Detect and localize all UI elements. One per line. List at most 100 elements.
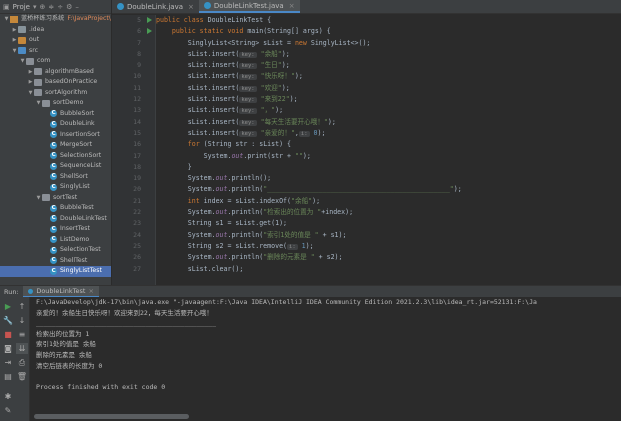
editor-area: DoubleLink.java × DoubleLinkTest.java × 567… [112, 0, 621, 285]
exit-icon[interactable]: ⇥ [2, 357, 14, 368]
tree-item[interactable]: SelectionTest [0, 245, 111, 256]
editor-tab[interactable]: DoubleLinkTest.java × [198, 0, 300, 13]
tree-item[interactable]: ▼ src [0, 46, 111, 57]
code-token: out [231, 151, 244, 160]
line-number: 7 [137, 38, 141, 47]
code-token: index = sList.indexOf( [203, 196, 291, 205]
camera-icon[interactable]: ◙ [2, 343, 14, 354]
code-token: String s2 = sList.remove( [156, 241, 288, 250]
tree-item[interactable]: ListDemo [0, 234, 111, 246]
tree-item[interactable]: ▼ sortTest [0, 193, 111, 204]
code-token: System. [156, 151, 232, 160]
tree-item-label: .idea [29, 25, 45, 33]
line-number: 12 [133, 95, 141, 104]
tree-item[interactable]: SinglyListTest [0, 266, 111, 277]
close-icon[interactable]: × [289, 2, 295, 10]
up-arrow-icon[interactable]: ↑ [16, 301, 28, 312]
pin-icon[interactable]: ✎ [2, 405, 14, 416]
locate-icon[interactable]: ⊕ [40, 3, 46, 11]
code-line: sList.insert(key: "生日"); [156, 60, 621, 71]
code-token: String s1 = sList.get(1); [156, 219, 288, 228]
run-label: Run: [4, 287, 19, 296]
chevron-down-icon[interactable]: ▼ [11, 46, 18, 57]
code-token: "，" [256, 106, 276, 115]
collapse-all-icon[interactable]: ≑ [48, 3, 54, 11]
class-icon [50, 171, 57, 182]
code-token: "删除的元素是 " [263, 253, 315, 262]
tree-item[interactable]: SinglyList [0, 182, 111, 193]
close-icon[interactable]: × [188, 3, 194, 11]
class-icon [203, 2, 211, 9]
soft-wrap-icon[interactable]: ≡ [16, 329, 28, 340]
close-icon[interactable]: × [88, 287, 93, 295]
chevron-down-icon[interactable]: ▼ [35, 193, 42, 204]
tree-item[interactable]: ▶ out [0, 35, 111, 46]
code-token: "生日" [256, 61, 282, 70]
chevron-right-icon[interactable]: ▶ [27, 77, 34, 88]
tree-item[interactable]: BubbleTest [0, 203, 111, 214]
chevron-down-icon[interactable]: ▼ [27, 88, 34, 99]
project-panel-title[interactable]: Proje [13, 3, 30, 11]
chevron-down-icon[interactable]: ▼ [3, 14, 10, 25]
tree-item-label: sortAlgorithm [45, 88, 88, 96]
gear-icon[interactable]: ⚙ [66, 3, 72, 11]
tree-item[interactable]: SelectionSort [0, 150, 111, 162]
code-token: System. [156, 230, 216, 239]
settings-icon[interactable]: ✱ [2, 391, 14, 402]
tree-item[interactable]: SequenceList [0, 161, 111, 172]
code-token: ); [281, 83, 290, 92]
code-token: "快乐呀！" [256, 72, 295, 81]
chevron-right-icon[interactable]: ▶ [27, 67, 34, 78]
tree-item[interactable]: BubbleSort [0, 108, 111, 120]
wrench-icon[interactable]: 🔧 [2, 315, 14, 326]
chevron-right-icon[interactable]: ▶ [11, 35, 18, 46]
code-token: .println( [227, 253, 264, 262]
console-line: F:\JavaDevelop\jdk-17\bin\java.exe "-jav… [36, 298, 537, 306]
tree-item[interactable]: InsertTest [0, 224, 111, 235]
rerun-icon[interactable]: ▶ [2, 301, 14, 312]
code-area: 5 6 7 8 9 10 11 12 13 14 15 16 17 18 19 20 21 22 23 24 25 26 2… [112, 15, 621, 285]
tree-item[interactable]: ▶ algorithmBased [0, 67, 111, 78]
scroll-to-end-icon[interactable]: ⇊ [16, 343, 28, 354]
code-editor[interactable]: public class DoubleLinkTest { public sta… [156, 15, 621, 285]
tree-item[interactable]: DoubleLink [0, 119, 111, 130]
layout-icon[interactable]: ▤ [2, 371, 14, 382]
scrollbar-thumb[interactable] [34, 414, 189, 419]
parameter-hint: key: [239, 97, 257, 104]
down-arrow-icon[interactable]: ↓ [16, 315, 28, 326]
line-number: 21 [133, 196, 141, 205]
console-output[interactable]: F:\JavaDevelop\jdk-17\bin\java.exe "-jav… [30, 297, 621, 411]
run-gutter-icon[interactable] [147, 28, 152, 35]
editor-tab[interactable]: DoubleLink.java × [112, 0, 199, 13]
hide-panel-icon[interactable]: – [75, 3, 79, 11]
chevron-down-icon[interactable]: ▼ [35, 98, 42, 109]
tree-item[interactable]: ▶ .idea [0, 25, 111, 36]
tree-item[interactable]: ▶ basedOnPractice [0, 77, 111, 88]
tree-item[interactable]: ▼ sortDemo [0, 98, 111, 109]
class-icon [50, 234, 57, 245]
tree-item[interactable]: ▼ sortAlgorithm [0, 88, 111, 99]
code-token: sList.insert( [156, 117, 240, 126]
run-gutter-icon[interactable] [147, 17, 152, 23]
run-tab[interactable]: ● DoubleLinkTest × [22, 285, 99, 298]
tree-item[interactable]: MergeSort [0, 140, 111, 151]
tree-item[interactable]: ShellTest [0, 255, 111, 267]
trash-icon[interactable]: 🗑 [16, 371, 28, 382]
chevron-right-icon[interactable]: ▶ [11, 25, 18, 36]
expand-icon[interactable]: ÷ [57, 3, 63, 11]
tree-item[interactable]: ▼ com [0, 56, 111, 67]
print-icon[interactable]: ⎙ [16, 357, 28, 368]
tree-item[interactable]: ShellSort [0, 171, 111, 183]
horizontal-scrollbar[interactable] [30, 412, 621, 421]
chevron-down-icon[interactable]: ▾ [33, 3, 37, 11]
stop-icon[interactable]: ■ [2, 329, 14, 340]
tree-item[interactable]: ▼ 蓝桥杯练习系统 F:\JavaProject\ [0, 14, 111, 25]
line-number: 15 [133, 128, 141, 137]
chevron-down-icon[interactable]: ▼ [19, 56, 26, 67]
project-view-icon[interactable]: ▣ [3, 3, 10, 11]
tree-item[interactable]: DoubleLinkTest [0, 213, 111, 225]
tree-item[interactable]: InsertionSort [0, 129, 111, 141]
code-token: System. [156, 253, 216, 262]
